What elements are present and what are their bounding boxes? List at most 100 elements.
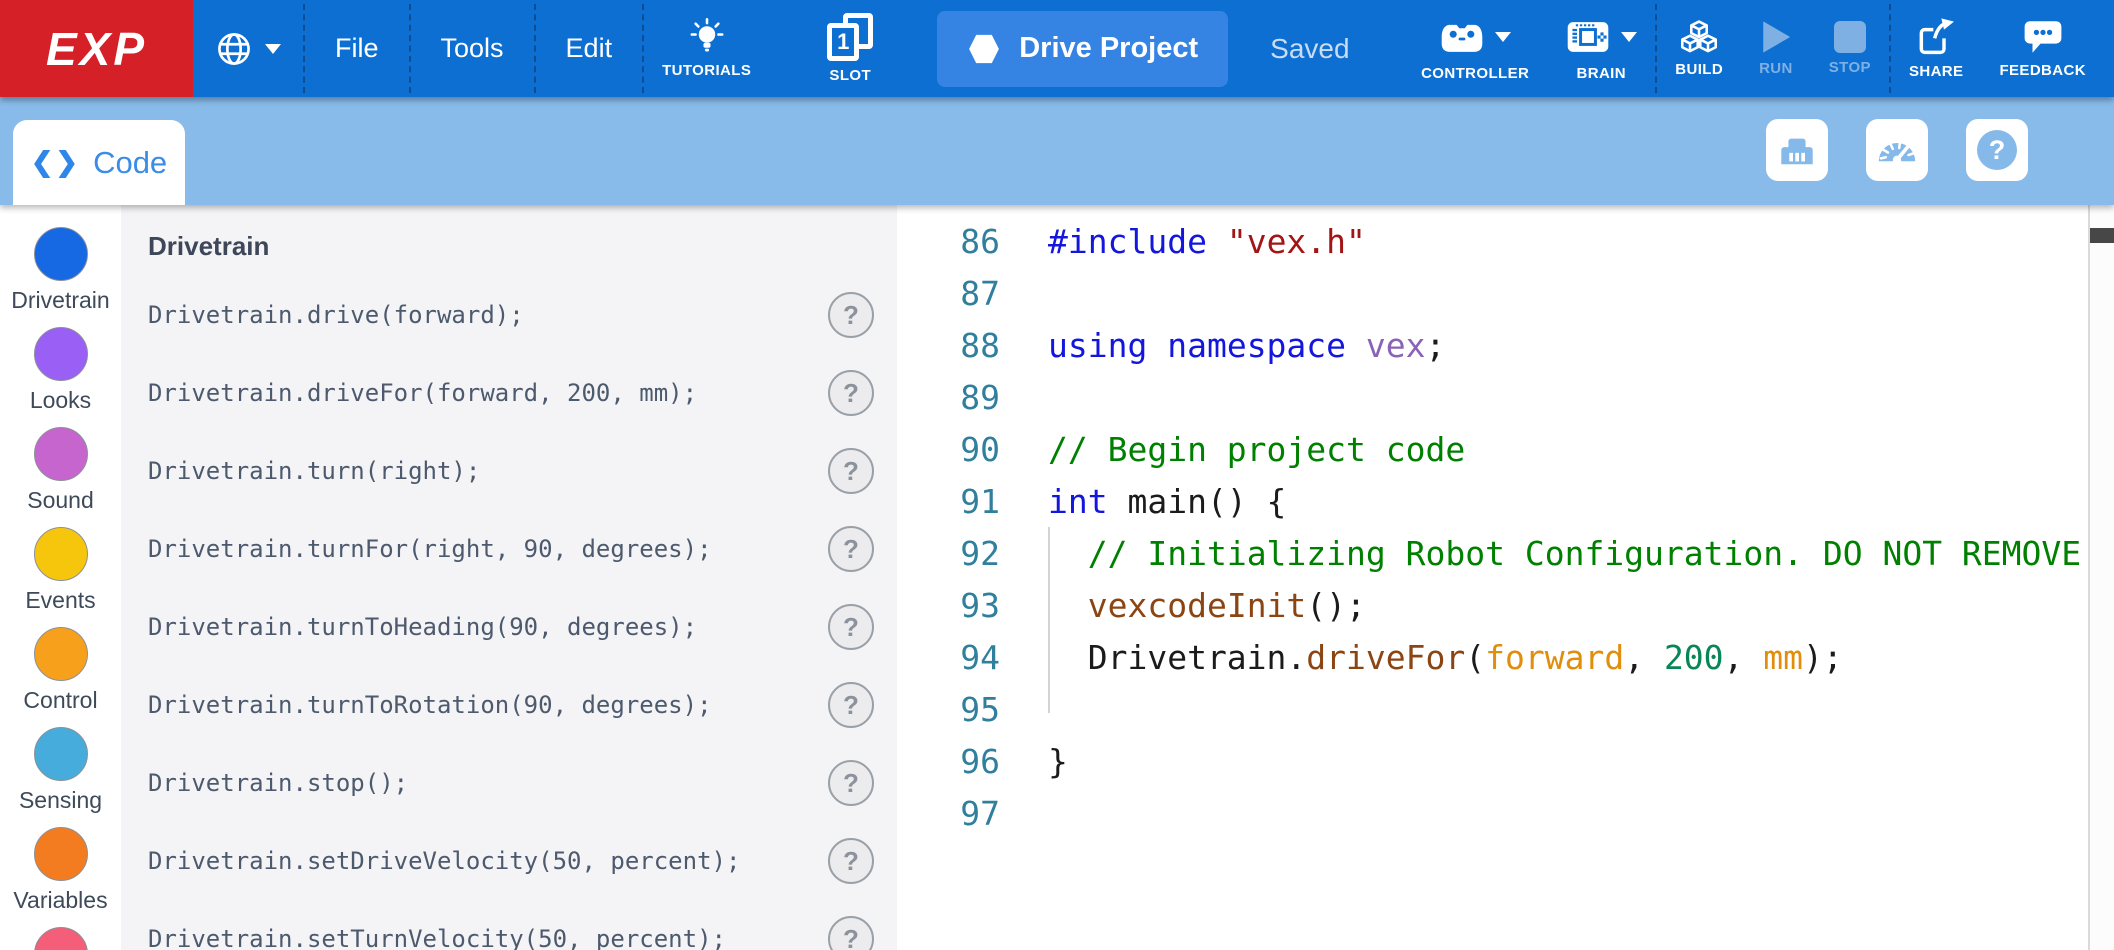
- dashboard-button[interactable]: [1866, 119, 1928, 181]
- sidebar-item-drivetrain[interactable]: Drivetrain: [0, 227, 121, 327]
- command-row: Drivetrain.stop();?: [148, 744, 874, 822]
- command-row: Drivetrain.turnToHeading(90, degrees);?: [148, 588, 874, 666]
- play-icon: [1760, 20, 1792, 54]
- slot-number: 1: [827, 23, 859, 61]
- brain-button[interactable]: BRAIN: [1547, 0, 1655, 97]
- tab-code[interactable]: ❮❯ Code: [13, 120, 185, 205]
- command-help-button[interactable]: ?: [828, 370, 874, 416]
- menu-tools[interactable]: Tools: [411, 0, 534, 97]
- slot-icon: 1: [827, 13, 873, 61]
- command-item[interactable]: Drivetrain.setTurnVelocity(50, percent);: [148, 925, 726, 950]
- sidebar-item-variables[interactable]: Variables: [0, 827, 121, 927]
- command-row: Drivetrain.drive(forward);?: [148, 276, 874, 354]
- category-label: Drivetrain: [11, 287, 109, 314]
- code-text: #include "vex.h": [1048, 222, 1366, 261]
- command-item[interactable]: Drivetrain.turnFor(right, 90, degrees);: [148, 535, 712, 563]
- indent-guide: [1048, 631, 1050, 683]
- sidebar-item-control[interactable]: Control: [0, 627, 121, 727]
- indent-guide: [1048, 683, 1050, 713]
- command-item[interactable]: Drivetrain.stop();: [148, 769, 408, 797]
- tab-bar: ❮❯ Code: [0, 97, 2114, 205]
- build-button[interactable]: BUILD: [1657, 0, 1741, 97]
- category-label: Events: [25, 587, 95, 614]
- share-button[interactable]: SHARE: [1891, 0, 1982, 97]
- code-text: vexcodeInit();: [1048, 586, 1366, 625]
- category-color-dot: [34, 827, 88, 881]
- code-editor[interactable]: 86#include "vex.h" 87 88using namespace ve…: [897, 205, 2088, 950]
- sidebar-item-looks[interactable]: Looks: [0, 327, 121, 427]
- port-device-icon: [1777, 131, 1817, 169]
- command-row: Drivetrain.driveFor(forward, 200, mm);?: [148, 354, 874, 432]
- code-line: 93 vexcodeInit();: [897, 579, 2088, 631]
- command-item[interactable]: Drivetrain.drive(forward);: [148, 301, 524, 329]
- command-help-button[interactable]: ?: [828, 760, 874, 806]
- line-number: 93: [897, 586, 1000, 625]
- command-row: Drivetrain.setTurnVelocity(50, percent);…: [148, 900, 874, 950]
- line-number: 92: [897, 534, 1000, 573]
- tutorials-button[interactable]: TUTORIALS: [644, 0, 769, 97]
- indent-guide: [1048, 527, 1050, 579]
- command-help-button[interactable]: ?: [828, 838, 874, 884]
- globe-icon: [215, 30, 253, 68]
- subbar-actions: ?: [1766, 119, 2028, 181]
- build-cubes-icon: [1677, 19, 1721, 55]
- command-panel-title: Drivetrain: [148, 231, 897, 262]
- command-help-button[interactable]: ?: [828, 682, 874, 728]
- category-color-dot: [34, 527, 88, 581]
- command-row: Drivetrain.turnFor(right, 90, degrees);?: [148, 510, 874, 588]
- run-button[interactable]: RUN: [1741, 0, 1811, 97]
- help-button[interactable]: ?: [1966, 119, 2028, 181]
- code-line: 94 Drivetrain.driveFor(forward, 200, mm)…: [897, 631, 2088, 683]
- command-help-button[interactable]: ?: [828, 604, 874, 650]
- code-text: using namespace vex;: [1048, 326, 1445, 365]
- code-line: 88using namespace vex;: [897, 319, 2088, 371]
- menu-file[interactable]: File: [305, 0, 409, 97]
- command-help-button[interactable]: ?: [828, 526, 874, 572]
- command-item[interactable]: Drivetrain.driveFor(forward, 200, mm);: [148, 379, 697, 407]
- stop-button[interactable]: STOP: [1811, 0, 1889, 97]
- code-text: Drivetrain.driveFor(forward, 200, mm);: [1048, 638, 1843, 677]
- editor-scrollbar[interactable]: [2088, 205, 2114, 950]
- project-name-button[interactable]: Drive Project: [937, 11, 1228, 87]
- scrollbar-thumb[interactable]: [2090, 228, 2114, 243]
- device-info-button[interactable]: [1766, 119, 1828, 181]
- line-number: 96: [897, 742, 1000, 781]
- code-line: 95: [897, 683, 2088, 735]
- command-help-button[interactable]: ?: [828, 916, 874, 950]
- lightbulb-icon: [689, 18, 725, 56]
- command-list-panel: Drivetrain Drivetrain.drive(forward);?Dr…: [121, 205, 897, 950]
- gauge-icon: [1876, 134, 1918, 166]
- chevron-down-icon: [1621, 32, 1637, 42]
- code-line: 90// Begin project code: [897, 423, 2088, 475]
- code-line: 86#include "vex.h": [897, 215, 2088, 267]
- save-status: Saved: [1270, 0, 1349, 97]
- language-menu[interactable]: [193, 0, 303, 97]
- sidebar-item-events[interactable]: Events: [0, 527, 121, 627]
- controller-button[interactable]: CONTROLLER: [1403, 0, 1547, 97]
- command-item[interactable]: Drivetrain.turnToHeading(90, degrees);: [148, 613, 697, 641]
- menu-edit[interactable]: Edit: [536, 0, 643, 97]
- feedback-button[interactable]: FEEDBACK: [1981, 0, 2104, 97]
- slot-button[interactable]: 1 SLOT: [809, 0, 891, 97]
- sidebar-item-sound[interactable]: Sound: [0, 427, 121, 527]
- code-line: 92 // Initializing Robot Configuration. …: [897, 527, 2088, 579]
- category-sidebar: Drivetrain LooksSound Events ControlSensing…: [0, 205, 121, 950]
- line-number: 91: [897, 482, 1000, 521]
- hexagon-icon: [967, 32, 1001, 66]
- command-help-button[interactable]: ?: [828, 448, 874, 494]
- command-item[interactable]: Drivetrain.turnToRotation(90, degrees);: [148, 691, 712, 719]
- share-icon: [1916, 17, 1956, 57]
- chevron-down-icon: [1495, 32, 1511, 42]
- sidebar-item-more[interactable]: [0, 927, 121, 950]
- command-item[interactable]: Drivetrain.turn(right);: [148, 457, 480, 485]
- menu-group: FileToolsEdit TUTORIALS: [193, 0, 769, 97]
- line-number: 90: [897, 430, 1000, 469]
- sidebar-item-sensing[interactable]: Sensing: [0, 727, 121, 827]
- command-help-button[interactable]: ?: [828, 292, 874, 338]
- category-color-dot: [34, 427, 88, 481]
- command-item[interactable]: Drivetrain.setDriveVelocity(50, percent)…: [148, 847, 740, 875]
- line-number: 87: [897, 274, 1000, 313]
- project-name: Drive Project: [1019, 32, 1198, 65]
- code-line: 87: [897, 267, 2088, 319]
- command-row: Drivetrain.turnToRotation(90, degrees);?: [148, 666, 874, 744]
